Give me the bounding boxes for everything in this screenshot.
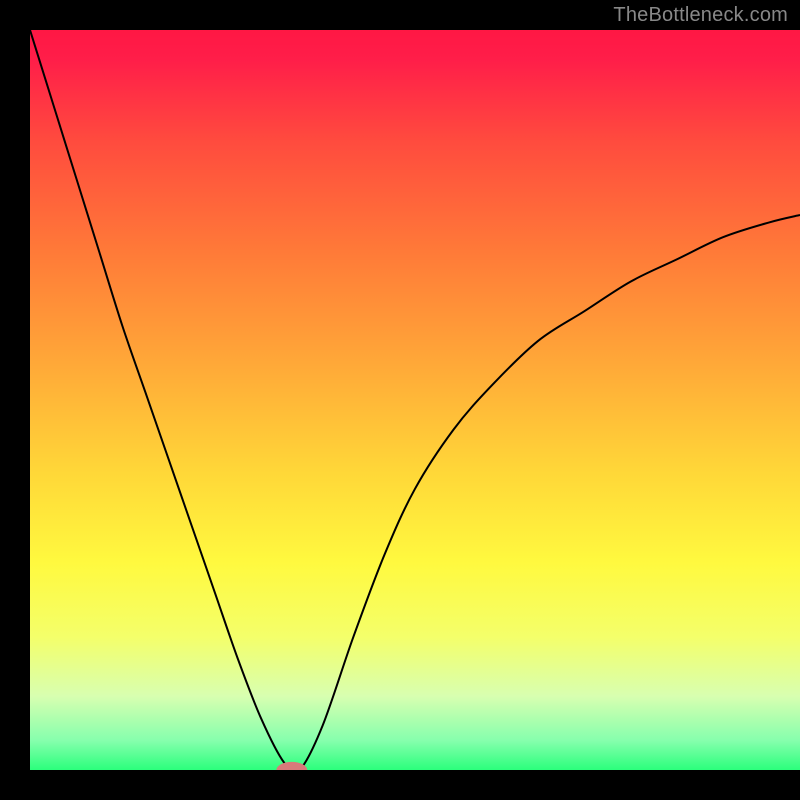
watermark-text: TheBottleneck.com [613,4,788,27]
chart-area [30,30,800,770]
chart-container: TheBottleneck.com [0,0,800,800]
chart-svg [30,30,800,770]
gradient-background [30,30,800,770]
